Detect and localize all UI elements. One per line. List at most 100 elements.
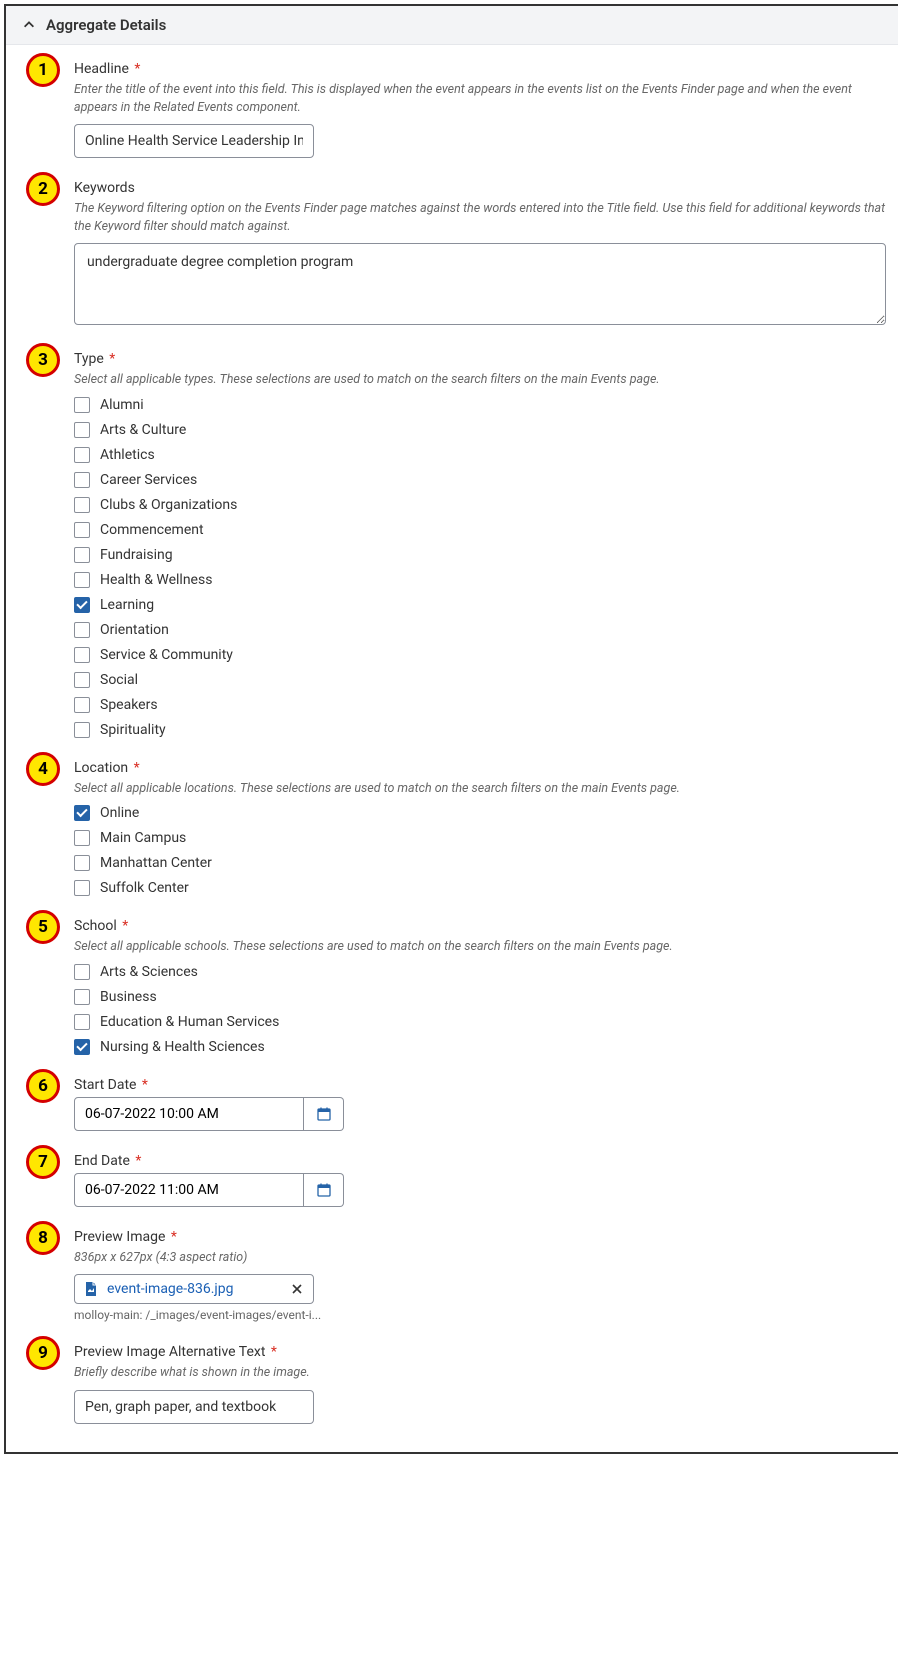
checkbox[interactable] xyxy=(74,397,90,413)
type-option[interactable]: Orientation xyxy=(74,622,886,638)
annotation-badge: 9 xyxy=(26,1336,60,1370)
checkbox[interactable] xyxy=(74,830,90,846)
checkbox[interactable] xyxy=(74,1014,90,1030)
file-name: event-image-836.jpg xyxy=(107,1281,281,1297)
type-option[interactable]: Fundraising xyxy=(74,547,886,563)
checkbox[interactable] xyxy=(74,572,90,588)
type-option[interactable]: Commencement xyxy=(74,522,886,538)
required-mark: * xyxy=(131,61,141,77)
annotation-badge: 7 xyxy=(26,1145,60,1179)
checkbox-label: Orientation xyxy=(100,622,169,638)
school-option[interactable]: Business xyxy=(74,989,886,1005)
checkbox[interactable] xyxy=(74,497,90,513)
checkbox[interactable] xyxy=(74,597,90,613)
type-option[interactable]: Clubs & Organizations xyxy=(74,497,886,513)
checkbox[interactable] xyxy=(74,880,90,896)
section-title: Aggregate Details xyxy=(46,16,166,34)
headline-input[interactable] xyxy=(74,124,314,158)
required-mark: * xyxy=(119,918,129,934)
required-mark: * xyxy=(167,1229,177,1245)
checkbox-label: Manhattan Center xyxy=(100,855,212,871)
school-option[interactable]: Education & Human Services xyxy=(74,1014,886,1030)
checkbox[interactable] xyxy=(74,989,90,1005)
checkbox[interactable] xyxy=(74,1039,90,1055)
type-help: Select all applicable types. These selec… xyxy=(74,371,886,389)
field-keywords: 2 Keywords The Keyword filtering option … xyxy=(20,180,886,329)
type-option[interactable]: Career Services xyxy=(74,472,886,488)
field-end-date: 7 End Date * xyxy=(20,1153,886,1207)
checkbox-label: Health & Wellness xyxy=(100,572,212,588)
field-preview-image: 8 Preview Image * 836px x 627px (4:3 asp… xyxy=(20,1229,886,1323)
calendar-icon xyxy=(316,1106,332,1122)
checkbox-label: Suffolk Center xyxy=(100,880,189,896)
file-icon xyxy=(83,1281,99,1297)
annotation-badge: 8 xyxy=(26,1221,60,1255)
checkbox-label: Spirituality xyxy=(100,722,166,738)
field-location: 4 Location * Select all applicable locat… xyxy=(20,760,886,897)
checkbox[interactable] xyxy=(74,805,90,821)
section-header[interactable]: Aggregate Details xyxy=(6,6,898,45)
type-label: Type * xyxy=(74,351,886,367)
type-option[interactable]: Health & Wellness xyxy=(74,572,886,588)
checkbox[interactable] xyxy=(74,622,90,638)
checkbox-label: Arts & Sciences xyxy=(100,964,198,980)
checkbox[interactable] xyxy=(74,647,90,663)
checkbox[interactable] xyxy=(74,447,90,463)
alt-text-input[interactable] xyxy=(74,1390,314,1424)
checkbox[interactable] xyxy=(74,672,90,688)
type-checkbox-list: Alumni Arts & Culture Athletics Career Serv… xyxy=(74,397,886,738)
checkbox[interactable] xyxy=(74,722,90,738)
keywords-textarea[interactable] xyxy=(74,243,886,325)
school-option[interactable]: Arts & Sciences xyxy=(74,964,886,980)
checkbox[interactable] xyxy=(74,472,90,488)
annotation-badge: 3 xyxy=(26,343,60,377)
preview-image-label: Preview Image * xyxy=(74,1229,886,1245)
school-help: Select all applicable schools. These sel… xyxy=(74,938,886,956)
file-chooser[interactable]: event-image-836.jpg xyxy=(74,1274,314,1304)
end-date-picker-button[interactable] xyxy=(304,1173,344,1207)
checkbox[interactable] xyxy=(74,855,90,871)
type-option[interactable]: Speakers xyxy=(74,697,886,713)
start-date-input[interactable] xyxy=(74,1097,304,1131)
checkbox-label: Clubs & Organizations xyxy=(100,497,237,513)
type-option[interactable]: Athletics xyxy=(74,447,886,463)
checkbox[interactable] xyxy=(74,422,90,438)
keywords-help: The Keyword filtering option on the Even… xyxy=(74,200,886,235)
field-alt-text: 9 Preview Image Alternative Text * Brief… xyxy=(20,1344,886,1424)
file-path: molloy-main: /_images/event-images/event… xyxy=(74,1308,886,1322)
alt-text-label: Preview Image Alternative Text * xyxy=(74,1344,886,1360)
school-label: School * xyxy=(74,918,886,934)
type-option[interactable]: Spirituality xyxy=(74,722,886,738)
form-content: 1 Headline * Enter the title of the even… xyxy=(6,45,898,1452)
checkbox[interactable] xyxy=(74,547,90,563)
headline-label: Headline * xyxy=(74,61,886,77)
preview-image-help: 836px x 627px (4:3 aspect ratio) xyxy=(74,1249,886,1267)
field-type: 3 Type * Select all applicable types. Th… xyxy=(20,351,886,738)
checkbox[interactable] xyxy=(74,964,90,980)
end-date-input[interactable] xyxy=(74,1173,304,1207)
clear-file-icon[interactable] xyxy=(289,1281,305,1297)
field-school: 5 School * Select all applicable schools… xyxy=(20,918,886,1055)
location-label: Location * xyxy=(74,760,886,776)
type-option[interactable]: Learning xyxy=(74,597,886,613)
end-date-label: End Date * xyxy=(74,1153,886,1169)
school-option[interactable]: Nursing & Health Sciences xyxy=(74,1039,886,1055)
school-checkbox-list: Arts & Sciences Business Education & Human… xyxy=(74,964,886,1055)
location-option[interactable]: Main Campus xyxy=(74,830,886,846)
location-option[interactable]: Manhattan Center xyxy=(74,855,886,871)
type-option[interactable]: Alumni xyxy=(74,397,886,413)
keywords-label: Keywords xyxy=(74,180,886,196)
location-option[interactable]: Online xyxy=(74,805,886,821)
location-option[interactable]: Suffolk Center xyxy=(74,880,886,896)
start-date-label: Start Date * xyxy=(74,1077,886,1093)
type-option[interactable]: Service & Community xyxy=(74,647,886,663)
required-mark: * xyxy=(130,760,140,776)
checkbox[interactable] xyxy=(74,522,90,538)
type-option[interactable]: Social xyxy=(74,672,886,688)
chevron-up-icon xyxy=(22,18,36,32)
required-mark: * xyxy=(267,1344,277,1360)
start-date-picker-button[interactable] xyxy=(304,1097,344,1131)
checkbox[interactable] xyxy=(74,697,90,713)
field-start-date: 6 Start Date * xyxy=(20,1077,886,1131)
type-option[interactable]: Arts & Culture xyxy=(74,422,886,438)
